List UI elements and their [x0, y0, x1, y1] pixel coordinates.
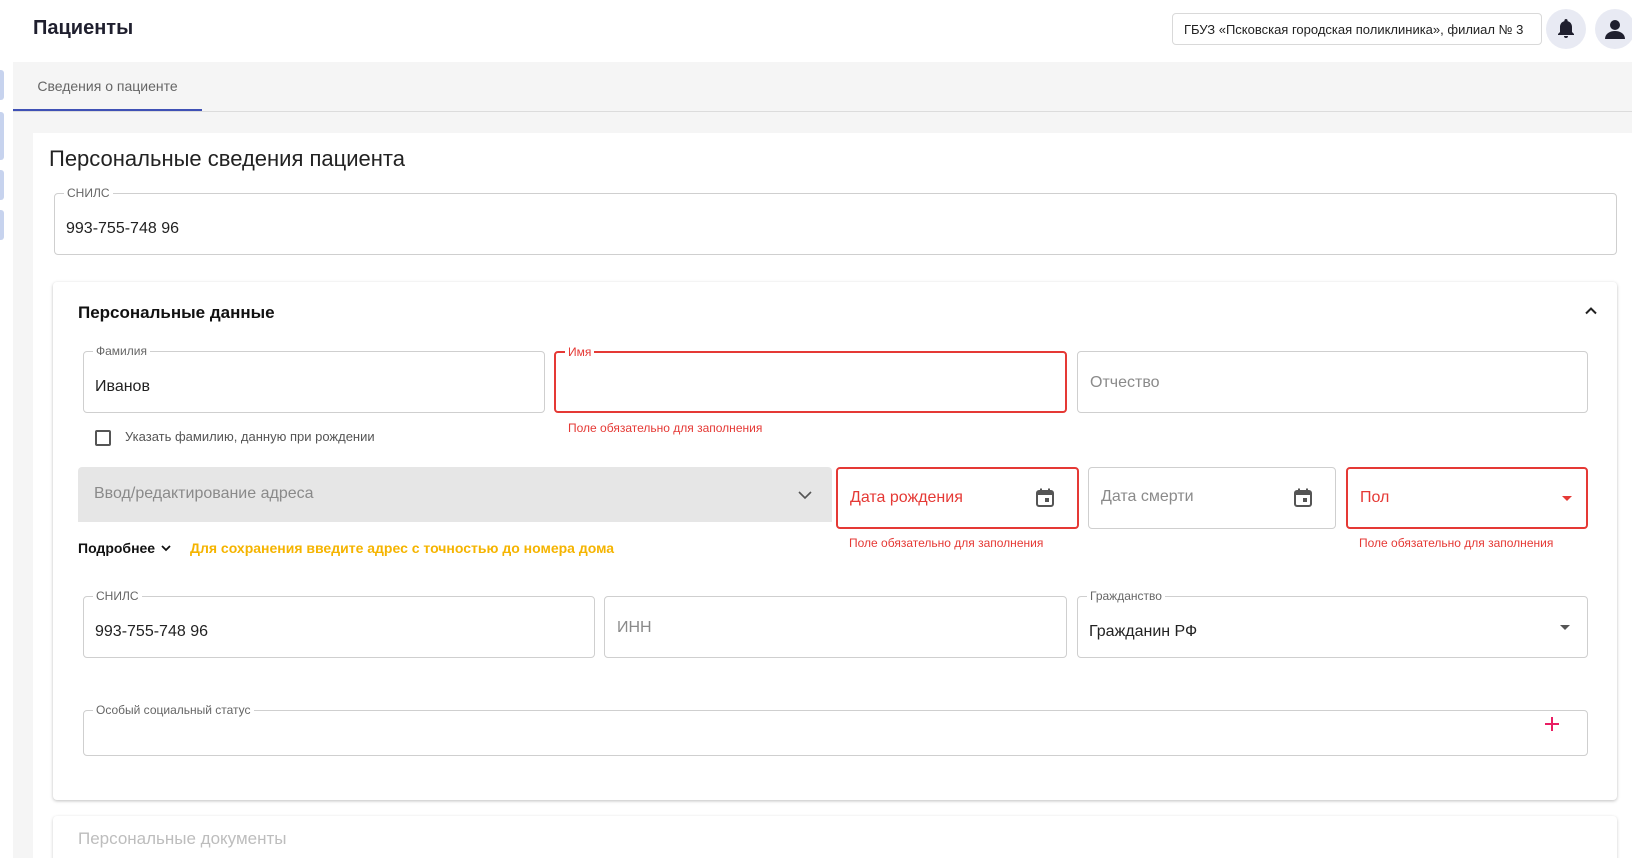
- address-placeholder: Ввод/редактирование адреса: [94, 485, 314, 502]
- snils-value: 993-755-748 96: [95, 623, 208, 640]
- personal-documents-card[interactable]: [53, 816, 1617, 858]
- dropdown-arrow-icon[interactable]: [1561, 495, 1573, 503]
- tab-patient-info[interactable]: Сведения о пациенте: [13, 62, 202, 111]
- address-warning: Для сохранения введите адрес с точностью…: [190, 540, 615, 556]
- inn-field[interactable]: ИНН: [604, 596, 1067, 658]
- personal-data-title: Персональные данные: [78, 303, 275, 322]
- snils-top-value: 993-755-748 96: [66, 220, 179, 237]
- chevron-up-icon[interactable]: [1583, 303, 1599, 319]
- inn-placeholder: ИНН: [617, 619, 652, 636]
- birth-date-field[interactable]: Дата рождения: [836, 467, 1079, 529]
- birth-surname-checkbox[interactable]: [95, 430, 111, 446]
- patronymic-placeholder: Отчество: [1090, 374, 1160, 391]
- surname-label: Фамилия: [93, 344, 150, 358]
- calendar-icon[interactable]: [1034, 487, 1056, 509]
- gender-placeholder: Пол: [1360, 489, 1390, 506]
- social-status-field[interactable]: Особый социальный статус: [83, 703, 1588, 756]
- add-icon[interactable]: [1543, 715, 1561, 733]
- surname-value: Иванов: [95, 378, 150, 395]
- tabs-bar: Сведения о пациенте: [13, 62, 1632, 112]
- name-error: Поле обязательно для заполнения: [568, 421, 763, 435]
- birth-date-error: Поле обязательно для заполнения: [849, 536, 1044, 550]
- bell-icon: [1556, 18, 1576, 40]
- snils-top-field[interactable]: СНИЛС 993-755-748 96: [54, 186, 1617, 255]
- birth-date-placeholder: Дата рождения: [850, 489, 963, 506]
- page-title: Пациенты: [33, 17, 134, 39]
- snils-label: СНИЛС: [93, 589, 142, 603]
- section-title: Персональные сведения пациента: [49, 146, 405, 171]
- citizenship-value: Гражданин РФ: [1089, 623, 1198, 640]
- chevron-down-icon[interactable]: [796, 486, 814, 504]
- dropdown-arrow-icon[interactable]: [1559, 624, 1571, 632]
- citizenship-select[interactable]: Гражданство Гражданин РФ: [1077, 589, 1588, 658]
- name-field[interactable]: Имя: [554, 345, 1067, 413]
- birth-surname-checkbox-label: Указать фамилию, данную при рождении: [125, 429, 375, 444]
- profile-button[interactable]: [1595, 9, 1632, 49]
- death-date-field[interactable]: Дата смерти: [1088, 467, 1336, 529]
- left-sidebar-strip: [0, 62, 13, 858]
- personal-documents-title: Персональные документы: [78, 829, 287, 848]
- gender-error: Поле обязательно для заполнения: [1359, 536, 1554, 550]
- calendar-icon[interactable]: [1292, 487, 1314, 509]
- snils-field[interactable]: СНИЛС 993-755-748 96: [83, 589, 595, 658]
- citizenship-label: Гражданство: [1087, 589, 1165, 603]
- address-input[interactable]: Ввод/редактирование адреса: [78, 467, 832, 522]
- notifications-button[interactable]: [1546, 9, 1586, 49]
- snils-top-label: СНИЛС: [64, 186, 113, 200]
- more-details-label: Подробнее: [78, 540, 156, 556]
- gender-select[interactable]: Пол: [1346, 467, 1588, 529]
- organization-selector[interactable]: ГБУЗ «Псковская городская поликлиника», …: [1172, 13, 1542, 45]
- patronymic-field[interactable]: Отчество: [1077, 351, 1588, 413]
- sidebar-marker[interactable]: [0, 170, 4, 200]
- more-details-button[interactable]: Подробнее: [78, 540, 173, 556]
- surname-field[interactable]: Фамилия Иванов: [83, 344, 545, 413]
- sidebar-marker[interactable]: [0, 70, 4, 100]
- user-icon: [1604, 18, 1626, 40]
- chevron-down-icon: [159, 541, 173, 555]
- sidebar-marker[interactable]: [0, 210, 4, 240]
- top-bar: Пациенты ГБУЗ «Псковская городская полик…: [0, 0, 1632, 62]
- sidebar-marker[interactable]: [0, 112, 4, 160]
- death-date-placeholder: Дата смерти: [1101, 488, 1194, 505]
- social-status-label: Особый социальный статус: [93, 703, 254, 717]
- name-label: Имя: [565, 345, 595, 359]
